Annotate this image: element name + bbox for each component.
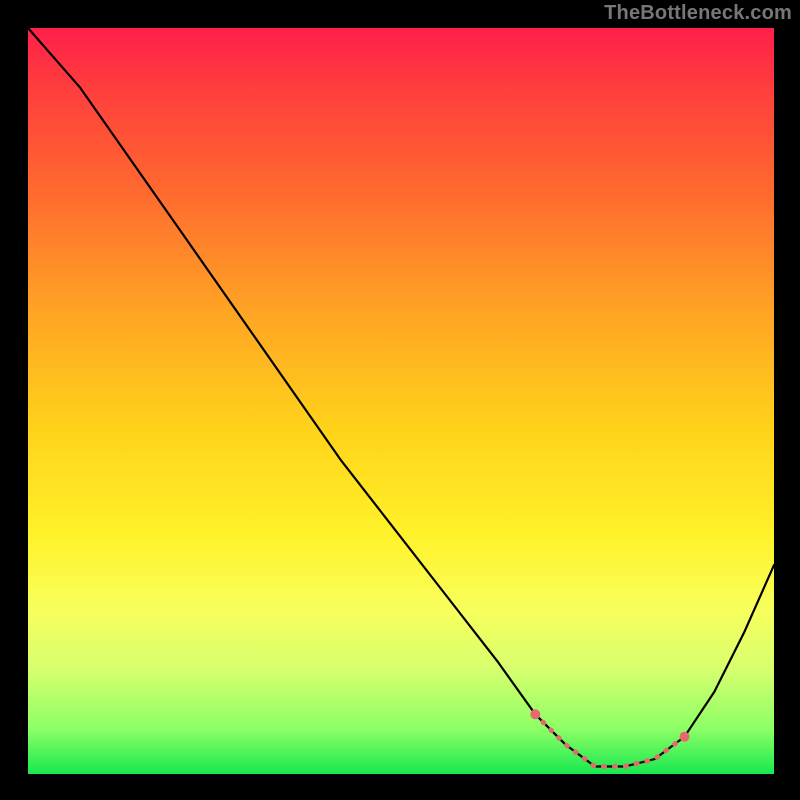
watermark-text: TheBottleneck.com <box>604 2 792 25</box>
optimal-range-endpoints <box>530 709 689 741</box>
bottleneck-curve <box>28 28 774 767</box>
highlight-endpoint <box>680 732 690 742</box>
chart-svg <box>28 28 774 774</box>
optimal-range-highlight <box>535 714 684 766</box>
plot-area <box>28 28 774 774</box>
chart-frame: TheBottleneck.com <box>0 0 800 800</box>
highlight-endpoint <box>530 709 540 719</box>
